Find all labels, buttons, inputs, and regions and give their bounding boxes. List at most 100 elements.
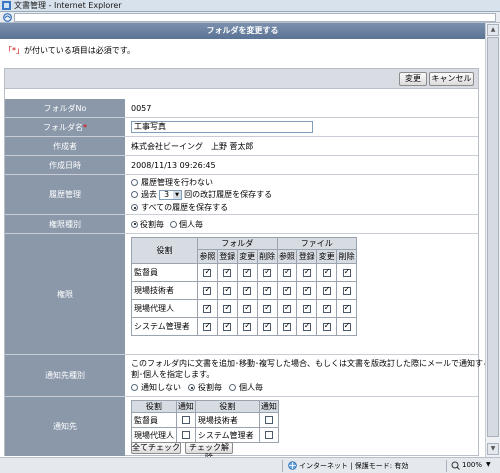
permission-checkbox[interactable] [302,267,311,277]
table-row: 監督員 現場技術者 [131,412,280,428]
permission-checkbox[interactable] [282,267,291,277]
permission-checkbox[interactable] [223,267,232,277]
permission-checkbox[interactable] [263,285,272,295]
created-value: 2008/11/13 09:26:45 [131,160,216,170]
auth-subheader: 削除 [336,249,357,264]
change-button[interactable]: 変更 [399,72,427,86]
auth-person-label: 個人毎 [179,219,203,229]
permission-checkbox[interactable] [203,321,212,331]
history-count-value: 3 [164,190,170,199]
uncheck-all-button[interactable]: チェック解除 [185,442,233,457]
permission-checkbox[interactable] [263,267,272,277]
permission-checkbox[interactable] [322,267,331,277]
notify-none-radio[interactable] [131,384,138,391]
notify-role-header: 役割 [131,400,177,413]
cancel-button[interactable]: キャンセル [429,72,474,86]
notify-none-label: 通知しない [141,383,181,392]
page-content: フォルダを変更する 「*」が付いている項目は必須です。 変更 キャンセル フォル… [0,23,485,457]
history-none-label: 履歴管理を行わない [141,178,213,187]
notify-role-name: システム管理者 [194,427,260,443]
permission-checkbox[interactable] [263,321,272,331]
permission-checkbox[interactable] [263,303,272,313]
permission-checkbox[interactable] [203,267,212,277]
auth-person-radio[interactable] [170,220,177,228]
scroll-up-icon[interactable]: ▲ [487,24,499,36]
table-row: 現場代理人 [131,299,357,318]
notify-person-label: 個人毎 [239,383,263,392]
permission-checkbox[interactable] [243,303,252,313]
permission-checkbox[interactable] [243,321,252,331]
address-field[interactable] [14,13,496,22]
creator-value: 株式会社ビーイング 上野 菅太郎 [131,141,254,151]
row-history: 履歴管理 履歴管理を行わない 過去 3 ▼ 回の改訂履歴を保存する すべての履歴を… [5,175,478,215]
permission-checkbox[interactable] [243,285,252,295]
required-note: 「*」が付いている項目は必須です。 [4,45,135,56]
permission-checkbox[interactable] [282,285,291,295]
notify-checkbox[interactable] [264,431,273,439]
history-all-radio[interactable] [131,204,138,211]
permission-checkbox[interactable] [243,267,252,277]
zoom-dropdown-icon[interactable]: ▼ [486,461,491,468]
notify-checkbox[interactable] [264,416,273,424]
auth-role-radio[interactable] [131,220,138,228]
permission-checkbox[interactable] [322,303,331,313]
folder-name-input[interactable]: 工事写真 [131,121,313,133]
permission-checkbox[interactable] [302,321,311,331]
window-title: 文書管理 - Internet Explorer [14,1,122,10]
auth-role-name: 監督員 [131,263,198,282]
auth-subheader: 変更 [236,249,258,264]
row-notify-type: 通知先種別 このフォルダ内に文書を追加･移動･複写した場合、もしくは文書を版改訂… [5,355,485,397]
auth-subheader: 変更 [316,249,338,264]
permission-checkbox[interactable] [342,303,351,313]
history-past-prefix: 過去 [141,190,157,199]
notify-description-2: 割･個人を指定します。 [131,370,215,379]
auth-role-label: 役割毎 [140,219,164,229]
row-auth: 権限 役割 フォルダ ファイル 参照 登録 変更 削除 参照 登録 変更 削除 [5,234,478,355]
permission-checkbox[interactable] [203,285,212,295]
auth-subheader: 参照 [197,249,218,264]
page-icon [3,13,12,22]
folder-name-label-text: フォルダ名 [43,122,83,132]
auth-subheader: 参照 [276,249,298,264]
history-count-select[interactable]: 3 ▼ [159,189,183,200]
history-none-radio[interactable] [131,179,138,186]
permission-checkbox[interactable] [203,303,212,313]
check-all-button[interactable]: 全てチェック [131,442,181,454]
permission-checkbox[interactable] [223,321,232,331]
notify-checkbox[interactable] [181,416,190,424]
window-titlebar: 文書管理 - Internet Explorer [0,0,500,12]
notify-person-radio[interactable] [229,384,236,391]
creator-label: 作成者 [5,137,125,155]
auth-subheader: 登録 [296,249,318,264]
notify-role-radio[interactable] [188,384,195,391]
address-bar [0,12,500,23]
history-past-radio[interactable] [131,191,138,198]
notify-role-label: 役割毎 [198,383,222,392]
permission-checkbox[interactable] [302,303,311,313]
permission-checkbox[interactable] [322,321,331,331]
notify-role-header: 役割 [194,400,260,413]
notify-check-header: 通知 [175,400,196,413]
vertical-scrollbar[interactable]: ▲ ▼ [485,23,500,457]
auth-folder-header: フォルダ [197,237,278,250]
auth-file-header: ファイル [276,237,357,250]
permission-checkbox[interactable] [282,321,291,331]
notify-checkbox[interactable] [181,431,190,439]
auth-role-name: システム管理者 [131,317,198,336]
scrollbar-thumb[interactable] [487,37,499,437]
permission-checkbox[interactable] [223,303,232,313]
permission-checkbox[interactable] [302,285,311,295]
required-mark: 「*」 [4,46,24,55]
permission-checkbox[interactable] [282,303,291,313]
permission-checkbox[interactable] [342,267,351,277]
notify-role-name: 監督員 [131,412,177,428]
permission-checkbox[interactable] [223,285,232,295]
permission-checkbox[interactable] [322,285,331,295]
history-past-suffix: 回の改訂履歴を保存する [184,190,273,199]
notify-type-label: 通知先種別 [5,355,125,396]
zoom-level[interactable]: 100% [462,461,482,469]
permission-checkbox[interactable] [342,321,351,331]
row-folder-no: フォルダNo 0057 [5,99,478,118]
permission-checkbox[interactable] [342,285,351,295]
scroll-down-icon[interactable]: ▼ [487,443,499,455]
